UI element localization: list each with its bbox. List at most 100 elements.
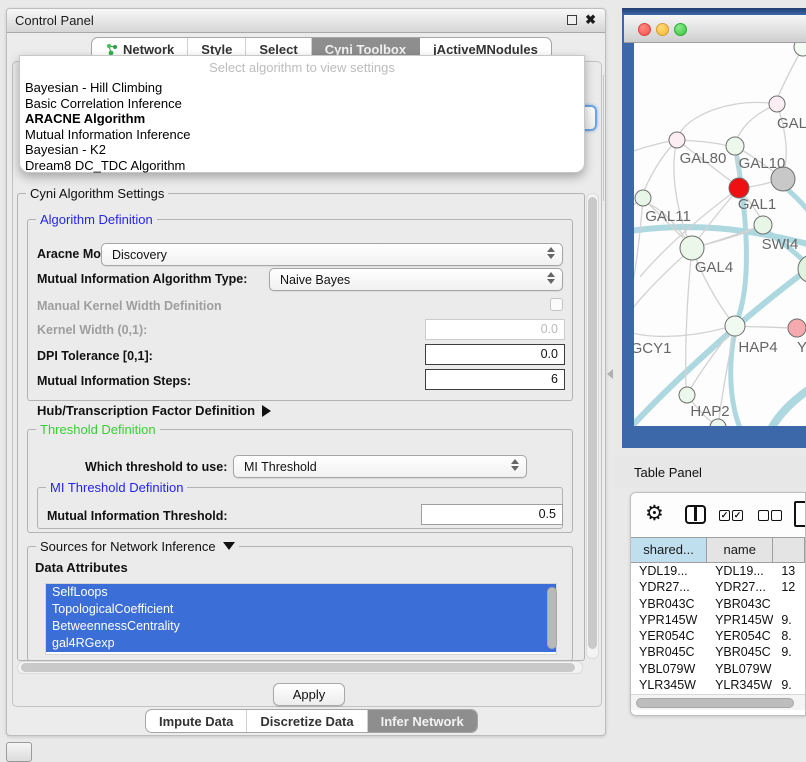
select-all-checkbox-icon[interactable]: ✓ bbox=[732, 510, 743, 521]
new-table-icon[interactable] bbox=[794, 501, 806, 527]
network-node-gal1[interactable] bbox=[754, 216, 772, 234]
column-header-cut[interactable] bbox=[773, 538, 805, 562]
table-cell: YBR043C bbox=[631, 596, 707, 612]
algorithm-option[interactable]: Mutual Information Inference bbox=[20, 127, 584, 143]
network-graph[interactable]: GALGAL80GAL10GAL11GAL1SWI4GAL4GCY1HAP4YH… bbox=[634, 43, 806, 426]
table-cell bbox=[773, 596, 805, 612]
dpi-tolerance-field[interactable]: 0.0 bbox=[425, 344, 565, 365]
bottom-tab-infer-network[interactable]: Infer Network bbox=[368, 710, 477, 732]
network-node-hap2[interactable] bbox=[679, 387, 695, 403]
close-panel-icon[interactable]: ✖ bbox=[585, 12, 596, 28]
mi-algorithm-type-select[interactable]: Naive Bayes bbox=[269, 268, 563, 291]
network-node-gal80[interactable] bbox=[669, 132, 685, 148]
attribute-list-scrollbar[interactable] bbox=[547, 587, 557, 649]
data-attributes-label: Data Attributes bbox=[35, 560, 128, 575]
table-cell bbox=[773, 661, 805, 677]
mi-threshold-field[interactable]: 0.5 bbox=[421, 504, 563, 525]
dpi-tolerance-label: DPI Tolerance [0,1]: bbox=[37, 349, 153, 363]
table-row[interactable]: YBR043CYBR043C bbox=[631, 596, 805, 612]
table-row[interactable]: YLR345WYLR345W9. bbox=[631, 677, 805, 693]
algorithm-dropdown-placeholder: Select algorithm to view settings bbox=[20, 56, 584, 80]
node-label: GAL80 bbox=[680, 150, 727, 167]
network-node[interactable] bbox=[710, 419, 726, 426]
show-columns-icon[interactable] bbox=[685, 505, 706, 524]
network-node-gal[interactable] bbox=[769, 96, 785, 112]
column-header-shared...[interactable]: shared... bbox=[631, 538, 707, 562]
node-label: HAP2 bbox=[690, 403, 729, 420]
kernel-width-field[interactable]: 0.0 bbox=[425, 319, 565, 340]
algorithm-option[interactable]: Bayesian - K2 bbox=[20, 142, 584, 158]
column-header-name[interactable]: name bbox=[707, 538, 773, 562]
manual-kernel-width-checkbox[interactable] bbox=[550, 298, 563, 311]
algorithm-option[interactable]: Dream8 DC_TDC Algorithm bbox=[20, 158, 584, 174]
zoom-window-icon[interactable] bbox=[674, 23, 687, 36]
node-label: GAL10 bbox=[739, 155, 786, 172]
settings-vertical-scrollbar[interactable] bbox=[586, 193, 599, 659]
table-row[interactable]: YDR27...YDR27...12 bbox=[631, 579, 805, 595]
node-label: HAP4 bbox=[738, 339, 777, 356]
node-label: GAL11 bbox=[645, 208, 691, 225]
network-node[interactable] bbox=[729, 178, 749, 198]
select-all-checkbox-icon[interactable]: ✓ bbox=[719, 510, 730, 521]
table-hscroll-thumb[interactable] bbox=[636, 698, 794, 708]
control-panel-window: Control Panel ✖ NetworkStyleSelectCyni T… bbox=[6, 8, 606, 736]
bottom-corner-button[interactable] bbox=[6, 742, 32, 762]
bottom-tab-impute-data[interactable]: Impute Data bbox=[146, 710, 247, 732]
network-node-hap4[interactable] bbox=[725, 316, 745, 336]
control-panel-titlebar: Control Panel ✖ bbox=[7, 9, 605, 33]
node-label: SWI4 bbox=[762, 236, 799, 253]
hub-definition-label: Hub/Transcription Factor Definition bbox=[37, 403, 255, 418]
network-node-gal11[interactable] bbox=[635, 190, 651, 206]
network-canvas[interactable]: GALGAL80GAL10GAL11GAL1SWI4GAL4GCY1HAP4YH… bbox=[634, 43, 806, 426]
algorithm-option[interactable]: ARACNE Algorithm bbox=[20, 111, 584, 127]
table-panel-title: Table Panel bbox=[634, 465, 702, 480]
data-attribute-item[interactable]: TopologicalCoefficient bbox=[46, 601, 556, 618]
bottom-tab-discretize-data[interactable]: Discretize Data bbox=[247, 710, 367, 732]
network-node-gal10[interactable] bbox=[726, 137, 744, 155]
algorithm-definition-title: Algorithm Definition bbox=[36, 212, 157, 227]
network-node[interactable] bbox=[794, 43, 806, 56]
table-row[interactable]: YDL19...YDL19...13 bbox=[631, 563, 805, 579]
table-cell: YDR27... bbox=[707, 579, 773, 595]
which-threshold-select[interactable]: MI Threshold bbox=[233, 455, 527, 478]
network-node-y[interactable] bbox=[788, 319, 806, 337]
network-window-titlebar[interactable] bbox=[624, 15, 806, 43]
algorithm-option[interactable]: Basic Correlation Inference bbox=[20, 96, 584, 112]
unselect-all-checkbox-icon[interactable] bbox=[771, 510, 782, 521]
settings-horizontal-scrollbar[interactable] bbox=[17, 661, 583, 674]
table-row[interactable]: YPR145WYPR145W9. bbox=[631, 612, 805, 628]
vertical-scroll-thumb[interactable] bbox=[588, 197, 597, 649]
sources-group-toggle[interactable]: Sources for Network Inference bbox=[36, 539, 239, 554]
spinner-arrows-icon bbox=[511, 459, 519, 471]
network-node-gal4[interactable] bbox=[680, 236, 704, 260]
data-attribute-item[interactable]: BetweennessCentrality bbox=[46, 618, 556, 635]
table-cell: 9. bbox=[773, 612, 805, 628]
close-window-icon[interactable] bbox=[638, 23, 651, 36]
expanded-arrow-icon bbox=[223, 542, 235, 550]
algorithm-dropdown-popup: Select algorithm to view settings Bayesi… bbox=[19, 55, 585, 173]
aracne-mode-value: Discovery bbox=[112, 248, 167, 262]
mi-threshold-group-title: MI Threshold Definition bbox=[46, 480, 187, 495]
data-attribute-item[interactable]: SelfLoops bbox=[46, 584, 556, 601]
kernel-width-label: Kernel Width (0,1): bbox=[37, 323, 147, 337]
unselect-all-checkbox-icon[interactable] bbox=[758, 510, 769, 521]
table-horizontal-scrollbar[interactable] bbox=[631, 694, 806, 710]
algorithm-option[interactable]: Bayesian - Hill Climbing bbox=[20, 80, 584, 96]
float-window-icon[interactable] bbox=[567, 15, 577, 25]
aracne-mode-select[interactable]: Discovery bbox=[101, 243, 563, 266]
hub-definition-toggle[interactable]: Hub/Transcription Factor Definition bbox=[37, 403, 271, 418]
data-attribute-item[interactable]: gal4RGexp bbox=[46, 635, 556, 652]
panel-splitter-handle[interactable] bbox=[607, 369, 613, 379]
table-row[interactable]: YER054CYER054C8. bbox=[631, 628, 805, 644]
table-row[interactable]: YBL079WYBL079W bbox=[631, 661, 805, 677]
network-view-window: GALGAL80GAL10GAL11GAL1SWI4GAL4GCY1HAP4YH… bbox=[622, 8, 806, 448]
node-label: GCY1 bbox=[634, 340, 671, 357]
table-body: YDL19...YDL19...13YDR27...YDR27...12YBR0… bbox=[631, 563, 805, 715]
horizontal-scroll-thumb[interactable] bbox=[21, 663, 575, 672]
minimize-window-icon[interactable] bbox=[656, 23, 669, 36]
table-row[interactable]: YBR045CYBR045C9. bbox=[631, 644, 805, 660]
settings-gear-icon[interactable]: ⚙ bbox=[645, 501, 664, 526]
apply-button[interactable]: Apply bbox=[273, 683, 345, 706]
data-attributes-list[interactable]: SelfLoopsTopologicalCoefficientBetweenne… bbox=[45, 583, 557, 655]
mi-steps-field[interactable]: 6 bbox=[425, 369, 565, 390]
